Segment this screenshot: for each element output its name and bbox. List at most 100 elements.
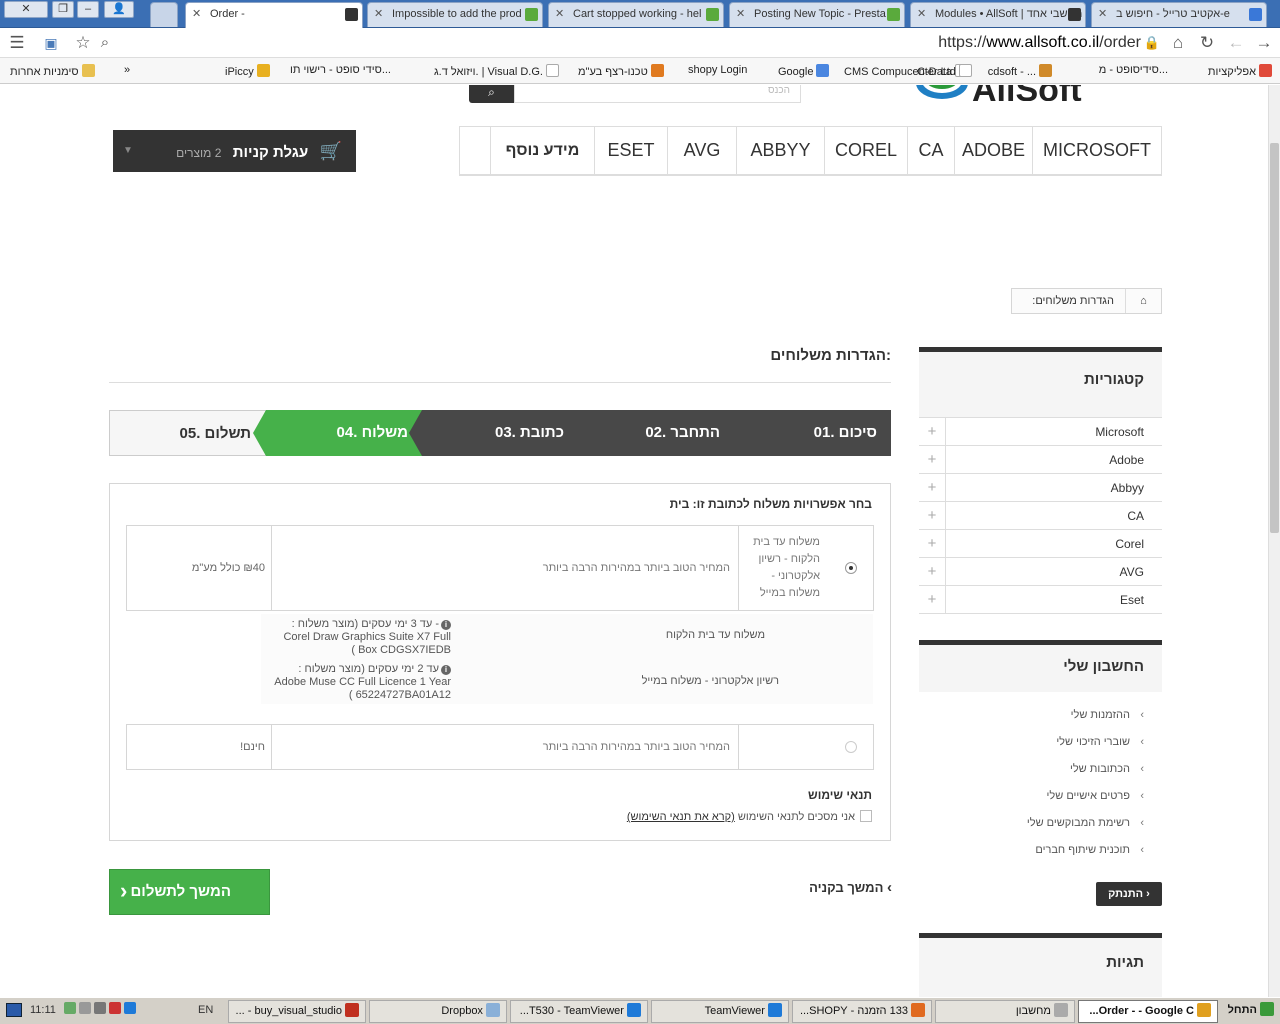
category-item[interactable]: Adobe + xyxy=(919,446,1162,474)
taskbar-item[interactable]: TeamViewer xyxy=(651,1000,789,1023)
carrier-radio-2[interactable] xyxy=(845,741,857,753)
carrier-option-1[interactable]: משלוח עד בית הלקוח - רשיון אלקטרוני - מש… xyxy=(126,525,874,611)
bookmark-cdisoft-license[interactable]: סידי סופט - רישוי תו... xyxy=(290,64,391,76)
account-item[interactable]: › הכתובות שלי xyxy=(919,756,1162,783)
terms-checkbox[interactable] xyxy=(860,810,872,822)
taskbar-item[interactable]: 133 הזמנה - SHOPY... xyxy=(792,1000,932,1023)
language-indicator[interactable]: EN xyxy=(198,1004,213,1016)
clock[interactable]: 11:11 xyxy=(30,1004,56,1016)
terms-link[interactable]: (קרא את תנאי השימוש) xyxy=(627,811,735,823)
account-item[interactable]: › תוכנית שיתוף חברים xyxy=(919,837,1162,864)
home-icon[interactable]: ⌂ xyxy=(1167,32,1189,54)
restore-window-button[interactable]: ❐ xyxy=(52,1,74,18)
category-item[interactable]: Eset + xyxy=(919,586,1162,614)
home-icon[interactable]: ⌂ xyxy=(1125,289,1161,313)
volume-icon[interactable] xyxy=(79,1002,92,1014)
security-icon[interactable] xyxy=(109,1002,122,1014)
category-item[interactable]: AVG + xyxy=(919,558,1162,586)
forward-icon[interactable]: ← xyxy=(1225,32,1247,54)
search-input[interactable]: הכנס xyxy=(514,85,801,103)
category-item[interactable]: CA + xyxy=(919,502,1162,530)
taskbar-item[interactable]: Order - - Google C... xyxy=(1078,1000,1218,1023)
bookmarks-overflow[interactable]: » xyxy=(124,64,130,76)
tab-prestashop-1[interactable]: ✕ Impossible to add the prod xyxy=(367,2,543,27)
search-button[interactable]: ⌕ xyxy=(469,85,514,103)
bookmark-ipiccy[interactable]: iPiccy xyxy=(225,64,270,78)
nav-adobe[interactable]: ADOBE xyxy=(954,127,1032,174)
minimize-window-button[interactable]: – xyxy=(77,1,99,18)
plus-icon[interactable]: + xyxy=(919,530,946,557)
taskbar-item[interactable]: Dropbox xyxy=(369,1000,507,1023)
tab-modules[interactable]: ✕ Modules • AllSoft | מחשבי אחד xyxy=(910,2,1086,27)
logout-button[interactable]: ‹ התנתק xyxy=(1096,882,1162,906)
show-desktop-icon[interactable] xyxy=(6,1003,22,1017)
tab-order[interactable]: ✕ Order - xyxy=(185,2,363,28)
nav-microsoft[interactable]: MICROSOFT xyxy=(1032,127,1161,174)
plus-icon[interactable]: + xyxy=(919,502,946,529)
close-window-button[interactable]: ✕ xyxy=(4,1,48,18)
profile-icon[interactable]: 👤 xyxy=(104,1,134,18)
bookmark-techno[interactable]: טכנו-רצף בע"מ xyxy=(578,64,664,78)
cart-button[interactable]: 🛒 עגלת קניות 2 מוצרים ▼ xyxy=(113,130,356,172)
step-summary[interactable]: 01. סיכום xyxy=(721,410,891,456)
continue-shopping-link[interactable]: › המשך בקניה xyxy=(790,879,892,901)
tab-close-icon[interactable]: ✕ xyxy=(1098,3,1107,26)
tab-prestashop-3[interactable]: ✕ Posting New Topic - Presta xyxy=(729,2,905,27)
device-icon[interactable] xyxy=(94,1002,107,1014)
taskbar-item[interactable]: מחשבון xyxy=(935,1000,1075,1023)
bookmark-apps[interactable]: אפליקציות xyxy=(1208,64,1272,78)
step-login[interactable]: 02. התחבר xyxy=(565,410,734,456)
proceed-to-payment-button[interactable]: המשך לתשלום ‹ xyxy=(109,869,270,915)
tab-close-icon[interactable]: ✕ xyxy=(555,3,564,26)
carrier-radio-1[interactable] xyxy=(845,562,857,574)
nav-eset[interactable]: ESET xyxy=(594,127,667,174)
network-icon[interactable] xyxy=(64,1002,76,1014)
category-item[interactable]: Corel + xyxy=(919,530,1162,558)
tab-close-icon[interactable]: ✕ xyxy=(192,3,201,26)
teamviewer-tray-icon[interactable] xyxy=(124,1002,137,1014)
back-icon[interactable]: → xyxy=(1253,32,1275,54)
account-item[interactable]: › פרטים אישיים שלי xyxy=(919,783,1162,810)
plus-icon[interactable]: + xyxy=(919,586,946,613)
account-item[interactable]: › רשימת המבוקשים שלי xyxy=(919,810,1162,837)
tab-prestashop-2[interactable]: ✕ Cart stopped working - hel xyxy=(548,2,724,27)
taskbar-item[interactable]: T530 - TeamViewer... xyxy=(510,1000,648,1023)
plus-icon[interactable]: + xyxy=(919,446,946,473)
category-item[interactable]: Abbyy + xyxy=(919,474,1162,502)
account-item[interactable]: › ההזמנות שלי xyxy=(919,702,1162,729)
bookmark-visualdg[interactable]: ויזואל ד.ג. | Visual D.G. xyxy=(434,64,559,78)
folder-icon[interactable]: ▣ xyxy=(40,32,62,54)
chevron-down-icon[interactable]: ▼ xyxy=(123,130,133,172)
star-icon[interactable]: ☆ xyxy=(72,32,94,54)
start-button[interactable]: התחל xyxy=(1222,1000,1280,1023)
menu-icon[interactable]: ☰ xyxy=(6,32,28,54)
plus-icon[interactable]: + xyxy=(919,418,946,445)
carrier-option-2[interactable]: המחיר הטוב ביותר במהירות הרבה ביותר חינם… xyxy=(126,724,874,770)
account-item[interactable]: › שוברי הזיכוי שלי xyxy=(919,729,1162,756)
bookmark-shopy[interactable]: shopy Login xyxy=(688,64,747,76)
tab-close-icon[interactable]: ✕ xyxy=(736,3,745,26)
url-field[interactable]: https://www.allsoft.co.il/order xyxy=(95,32,1165,54)
tab-close-icon[interactable]: ✕ xyxy=(917,3,926,26)
nav-more-info[interactable]: מידע נוסף xyxy=(490,127,594,174)
category-item[interactable]: Microsoft + xyxy=(919,418,1162,446)
bookmark-cdsoft[interactable]: cdsoft - ... xyxy=(988,64,1052,78)
bookmark-cdisoft[interactable]: סידיסופט - מ... xyxy=(1099,64,1168,76)
scrollbar-thumb[interactable] xyxy=(1270,143,1279,533)
page-scrollbar[interactable] xyxy=(1268,85,1280,997)
allsoft-logo[interactable]: AllSoft xyxy=(914,85,1160,101)
nav-abbyy[interactable]: ABBYY xyxy=(736,127,824,174)
plus-icon[interactable]: + xyxy=(919,558,946,585)
tab-close-icon[interactable]: ✕ xyxy=(374,3,383,26)
new-tab-button[interactable] xyxy=(150,2,178,27)
taskbar-item[interactable]: buy_visual_studio - ... xyxy=(228,1000,366,1023)
reload-icon[interactable]: ↻ xyxy=(1196,32,1218,54)
nav-avg[interactable]: AVG xyxy=(667,127,736,174)
bookmark-other[interactable]: סימניות אחרות xyxy=(10,64,95,78)
plus-icon[interactable]: + xyxy=(919,474,946,501)
step-address[interactable]: 03. כתובת xyxy=(409,410,578,456)
tab-activetrail[interactable]: ✕ אקטיב טרייל - חיפוש ב-e xyxy=(1091,2,1267,27)
bookmark-cms[interactable]: CMS Compucenter Ltd xyxy=(844,64,972,78)
nav-ca[interactable]: CA xyxy=(907,127,954,174)
bookmark-google[interactable]: Google xyxy=(778,64,830,78)
